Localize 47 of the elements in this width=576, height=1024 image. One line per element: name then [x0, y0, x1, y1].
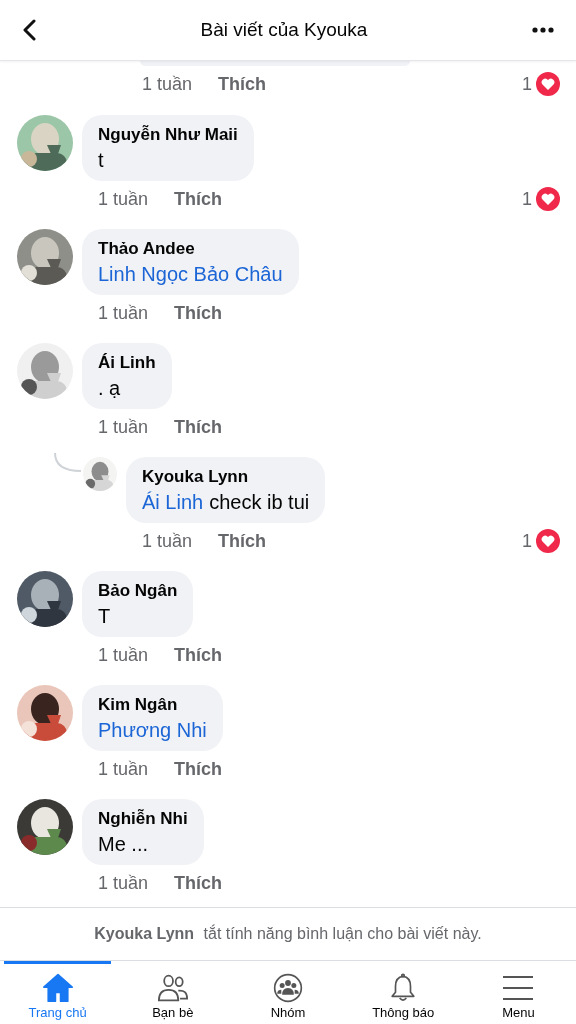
like-link[interactable]: Thích	[218, 73, 267, 95]
nav-tab[interactable]: Bạn bè	[119, 961, 227, 1024]
commenter-name[interactable]: Ái Linh	[98, 353, 156, 373]
comment-text: check ib tui	[209, 491, 310, 514]
comment-time: 1 tuần	[142, 530, 193, 552]
nav-tab[interactable]: Thông báo	[349, 961, 457, 1024]
comment-time: 1 tuần	[98, 644, 149, 666]
nav-tab[interactable]: Trang chủ	[4, 961, 112, 1024]
comment-text: Me ...	[98, 833, 148, 856]
reaction-count: 1	[522, 73, 532, 95]
like-link[interactable]: Thích	[174, 302, 223, 324]
comment-time: 1 tuần	[98, 758, 149, 780]
commenter-name[interactable]: Thảo Andee	[98, 239, 283, 259]
commenter-name[interactable]: Kyouka Lynn	[142, 467, 310, 487]
reaction-count: 1	[522, 188, 532, 210]
heart-reaction-icon[interactable]	[536, 529, 560, 553]
comment-time: 1 tuần	[98, 416, 149, 438]
comment-text: T	[98, 605, 111, 628]
like-link[interactable]: Thích	[218, 530, 267, 552]
comments-off-notice: Kyouka Lynn tắt tính năng bình luận cho bài viết này.	[0, 907, 576, 961]
commenter-name[interactable]: Kim Ngân	[98, 695, 207, 715]
commenter-name[interactable]: Bảo Ngân	[98, 581, 178, 601]
reaction-count: 1	[522, 530, 532, 552]
comment-time: 1 tuần	[98, 302, 149, 324]
mention-link[interactable]: Linh Ngọc Bảo Châu	[98, 263, 283, 286]
comment-time: 1 tuần	[98, 188, 149, 210]
heart-reaction-icon[interactable]	[536, 72, 560, 96]
like-link[interactable]: Thích	[174, 188, 223, 210]
nav-tab[interactable]: Menu	[464, 961, 572, 1024]
mention-link[interactable]: Ái Linh	[142, 491, 204, 514]
menu-icon	[502, 973, 535, 1003]
comment-text: t	[98, 149, 104, 172]
nav-tab[interactable]: Nhóm	[234, 961, 342, 1024]
back-icon[interactable]	[22, 19, 36, 41]
mention-link[interactable]: Phương Nhi	[98, 719, 207, 742]
page-title: Bài viết của Kyouka	[199, 19, 369, 41]
commenter-name[interactable]: Nghiễn Nhi	[98, 809, 188, 829]
comment-time: 1 tuần	[98, 872, 149, 894]
like-link[interactable]: Thích	[174, 416, 223, 438]
commenter-name[interactable]: Nguyễn Như Maii	[98, 125, 238, 145]
comment-time: 1 tuần	[142, 73, 193, 95]
like-link[interactable]: Thích	[174, 758, 223, 780]
more-icon[interactable]	[532, 27, 554, 33]
like-link[interactable]: Thích	[174, 872, 223, 894]
like-link[interactable]: Thích	[174, 644, 223, 666]
comment-text: . ạ	[98, 377, 121, 400]
heart-reaction-icon[interactable]	[536, 187, 560, 211]
